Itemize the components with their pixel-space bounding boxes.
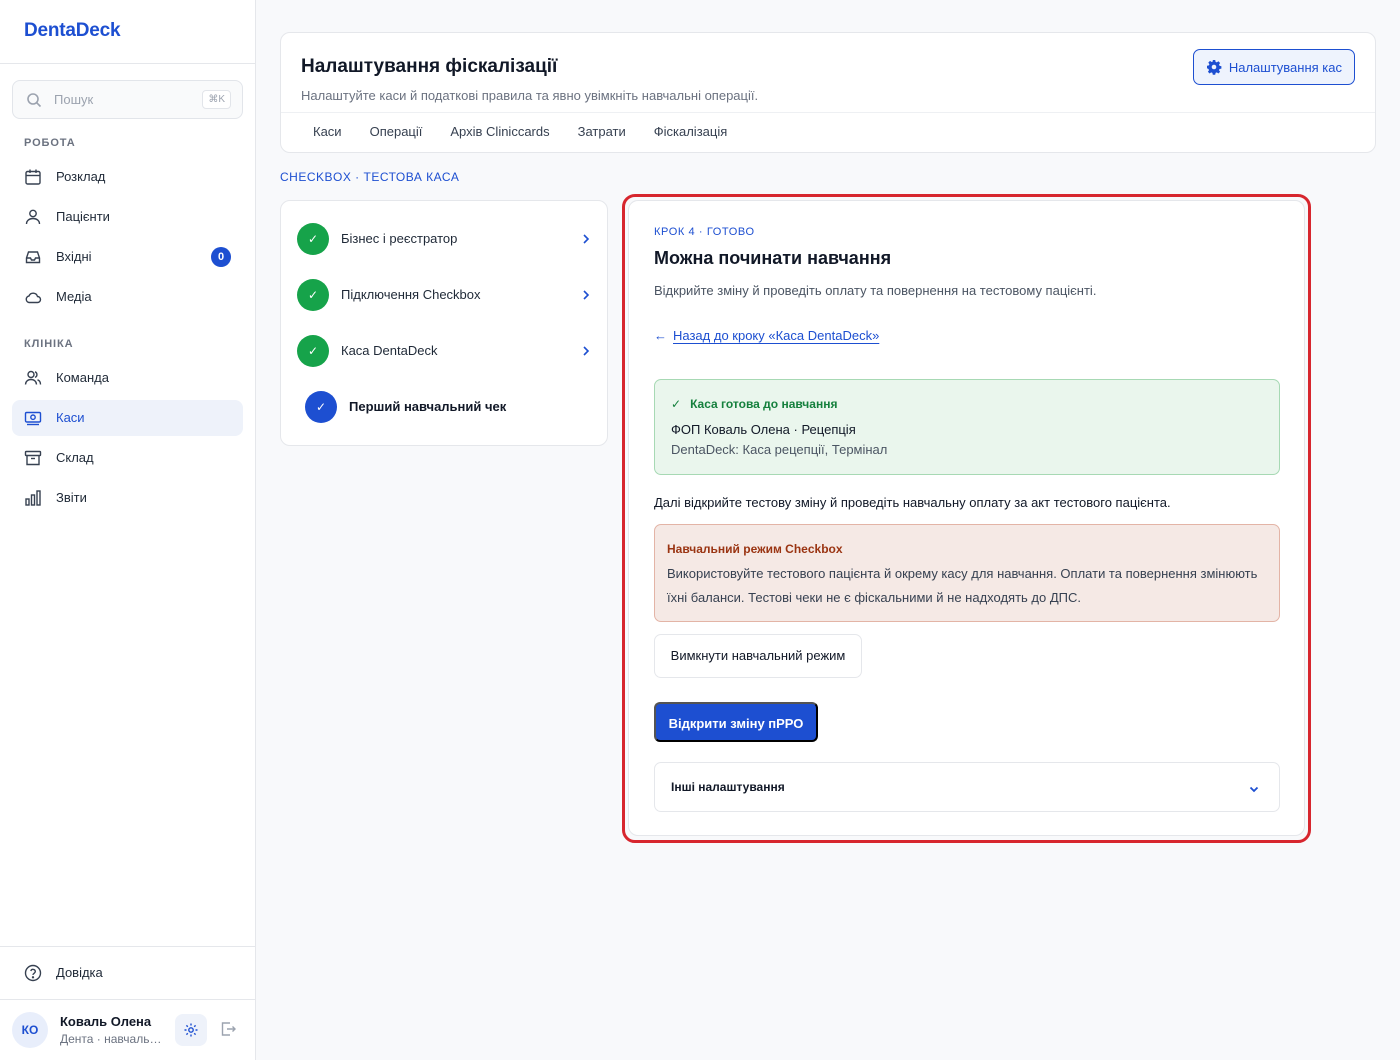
sidebar-item-label: Розклад: [56, 169, 106, 184]
back-link-label: Назад до кроку «Каса DentaDeck»: [673, 328, 880, 343]
cash-settings-button[interactable]: Налаштування кас: [1192, 49, 1355, 85]
step-panel: КРОК 4 · ГОТОВО Можна починати навчання …: [628, 200, 1305, 836]
divider: [0, 63, 255, 64]
tab-fiscalization[interactable]: Фіскалізація: [654, 124, 728, 139]
archive-icon: [24, 450, 42, 466]
sidebar-item-media[interactable]: Медіа: [12, 279, 243, 315]
check-icon: ✓: [671, 397, 682, 411]
ready-title-text: Каса готова до навчання: [690, 397, 838, 411]
sidebar-item-patients[interactable]: Пацієнти: [12, 199, 243, 235]
sidebar: DentaDeck Пошук ⌘K РОБОТА Розклад Пацієн…: [0, 0, 256, 1060]
sidebar-item-label: Команда: [56, 370, 109, 385]
sidebar-item-label: Звіти: [56, 490, 87, 505]
brand-logo[interactable]: DentaDeck: [24, 20, 121, 42]
warning-body: Використовуйте тестового пацієнта й окре…: [667, 566, 1258, 605]
check-icon: ✓: [297, 223, 329, 255]
tab-operations[interactable]: Операції: [370, 124, 423, 139]
divider: [0, 999, 255, 1000]
logout-icon[interactable]: [219, 1020, 237, 1038]
divider: [0, 946, 255, 947]
sidebar-item-label: Вхідні: [56, 249, 92, 264]
search-input[interactable]: Пошук ⌘K: [12, 80, 243, 119]
page-header: Налаштування фіскалізації Налаштуйте кас…: [280, 32, 1376, 153]
chevron-down-icon: [1249, 786, 1259, 793]
step-label: Каса DentaDeck: [341, 343, 438, 358]
user-name: Коваль Олена: [60, 1014, 152, 1029]
other-settings-label: Інші налаштування: [671, 780, 785, 794]
step-business-registrar[interactable]: ✓ Бізнес і реєстратор: [297, 223, 593, 255]
ready-status-box: ✓ Каса готова до навчання ФОП Коваль Оле…: [654, 379, 1280, 475]
calendar-icon: [25, 169, 41, 185]
user-subtitle: Дента · навчальний режим: [60, 1032, 164, 1046]
warning-title: Навчальний режим Checkbox: [667, 542, 843, 556]
search-placeholder: Пошук: [54, 92, 94, 107]
search-icon: [27, 93, 42, 108]
cash-settings-label: Налаштування кас: [1228, 59, 1342, 75]
check-icon: ✓: [305, 391, 337, 423]
training-mode-warning: Навчальний режим Checkbox Використовуйте…: [654, 524, 1280, 622]
cash-icon: [24, 411, 42, 426]
sidebar-item-cash-registers[interactable]: Каси: [12, 400, 243, 436]
chart-icon: [25, 490, 41, 506]
sidebar-item-label: Довідка: [56, 965, 103, 980]
gear-icon: [184, 1023, 198, 1037]
next-instructions: Далі відкрийте тестову зміну й проведіть…: [654, 495, 1171, 510]
tab-expenses[interactable]: Затрати: [578, 124, 626, 139]
step-dentadeck-cash[interactable]: ✓ Каса DentaDeck: [297, 335, 593, 367]
step-label: Бізнес і реєстратор: [341, 231, 458, 246]
step-indicator: КРОК 4 · ГОТОВО: [654, 226, 755, 238]
sidebar-item-label: Каси: [56, 410, 85, 425]
page-title: Налаштування фіскалізації: [301, 56, 558, 77]
user-settings-button[interactable]: [175, 1014, 207, 1046]
sidebar-item-warehouse[interactable]: Склад: [12, 440, 243, 476]
team-icon: [24, 370, 42, 385]
ready-title: ✓ Каса готова до навчання: [671, 397, 837, 411]
tab-bar: Каси Операції Архів Cliniccards Затрати …: [313, 124, 727, 139]
other-settings-accordion[interactable]: Інші налаштування: [654, 762, 1280, 812]
sidebar-item-schedule[interactable]: Розклад: [12, 159, 243, 195]
check-icon: ✓: [297, 279, 329, 311]
tab-cliniccards-archive[interactable]: Архів Cliniccards: [450, 124, 549, 139]
ready-line-1: ФОП Коваль Олена · Рецепція: [671, 422, 856, 437]
sidebar-item-reports[interactable]: Звіти: [12, 480, 243, 516]
help-icon: [24, 964, 42, 982]
avatar[interactable]: КО: [12, 1012, 48, 1048]
arrow-left-icon: ←: [654, 328, 667, 343]
search-shortcut: ⌘K: [202, 90, 231, 109]
tab-cash-registers[interactable]: Каси: [313, 124, 342, 139]
step-label: Підключення Checkbox: [341, 287, 481, 302]
breadcrumb: CHECKBOX · ТЕСТОВА КАСА: [280, 170, 460, 184]
step-label: Перший навчальний чек: [349, 399, 507, 414]
sidebar-item-help[interactable]: Довідка: [12, 955, 243, 991]
back-link[interactable]: ← Назад до кроку «Каса DentaDeck»: [654, 328, 879, 343]
chevron-right-icon: [583, 290, 590, 300]
inbox-icon: [25, 251, 41, 264]
disable-training-mode-button[interactable]: Вимкнути навчальний режим: [654, 634, 862, 678]
cloud-icon: [25, 292, 42, 304]
chevron-right-icon: [583, 234, 590, 244]
section-label-work: РОБОТА: [24, 137, 76, 149]
sidebar-item-label: Медіа: [56, 289, 92, 304]
wizard-steps: ✓ Бізнес і реєстратор ✓ Підключення Chec…: [280, 200, 608, 446]
step-checkbox-connection[interactable]: ✓ Підключення Checkbox: [297, 279, 593, 311]
divider: [281, 112, 1375, 113]
gear-icon: [1206, 60, 1222, 75]
step-first-training-receipt[interactable]: ✓ Перший навчальний чек: [297, 391, 593, 423]
panel-description: Відкрийте зміну й проведіть оплату та по…: [654, 283, 1097, 298]
user-icon: [25, 209, 41, 225]
ready-line-2: DentaDeck: Каса рецепції, Термінал: [671, 442, 888, 457]
panel-title: Можна починати навчання: [654, 248, 892, 268]
page-subtitle: Налаштуйте каси й податкові правила та я…: [301, 88, 759, 103]
section-label-clinic: КЛІНІКА: [24, 338, 74, 350]
sidebar-item-label: Склад: [56, 450, 94, 465]
sidebar-item-team[interactable]: Команда: [12, 360, 243, 396]
check-icon: ✓: [297, 335, 329, 367]
sidebar-item-label: Пацієнти: [56, 209, 110, 224]
sidebar-item-inbox[interactable]: Вхідні 0: [12, 239, 243, 275]
inbox-count-badge: 0: [211, 247, 231, 267]
open-shift-button[interactable]: Відкрити зміну пРРО: [654, 702, 818, 742]
chevron-right-icon: [583, 346, 590, 356]
